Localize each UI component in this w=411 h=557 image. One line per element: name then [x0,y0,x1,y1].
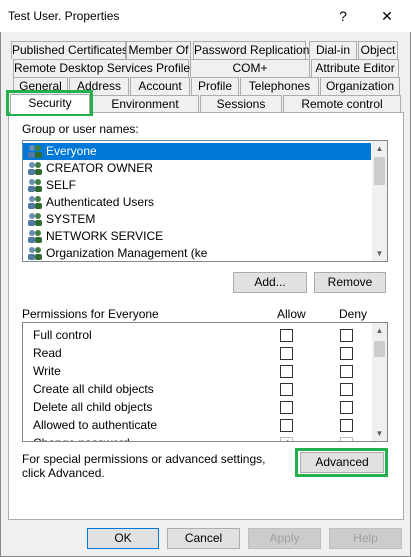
group-name: NETWORK SERVICE [46,229,164,243]
tab-address[interactable]: Address [69,77,129,95]
permission-name: Full control [33,328,92,342]
group-name: CREATOR OWNER [46,161,153,175]
tab-remote-control[interactable]: Remote control [283,95,401,113]
tab-environment[interactable]: Environment [91,95,199,113]
allow-checkbox[interactable] [280,401,293,414]
cancel-button[interactable]: Cancel [167,528,240,549]
tab-account[interactable]: Account [130,77,190,95]
help-icon[interactable]: ? [332,6,354,26]
permission-row: Change password ✓ [23,435,371,441]
deny-checkbox[interactable] [340,347,353,360]
group-list-item[interactable]: Organization Management (ke [23,245,371,261]
special-permissions-text: For special permissions or advanced sett… [22,452,266,480]
group-name: SELF [46,178,77,192]
advanced-button[interactable]: Advanced [300,452,384,473]
deny-checkbox[interactable] [340,365,353,378]
permission-row: Allowed to authenticate [23,417,371,434]
deny-checkbox[interactable] [340,329,353,342]
scroll-up-icon[interactable]: ▲ [372,323,387,338]
permission-row: Create all child objects [23,381,371,398]
tab-published-certificates[interactable]: Published Certificates [11,41,128,59]
tab-member-of[interactable]: Member Of [126,41,191,59]
group-list-item[interactable]: Everyone [23,143,371,160]
apply-button[interactable]: Apply [248,528,321,549]
remove-button[interactable]: Remove [314,272,386,293]
tab-general[interactable]: General [13,77,68,95]
group-name: Everyone [46,144,97,158]
group-list-scrollbar[interactable]: ▲ ▼ [372,141,387,261]
help-button[interactable]: Help [329,528,402,549]
scroll-thumb[interactable] [374,341,385,357]
add-button[interactable]: Add... [233,272,307,293]
tab-object[interactable]: Object [358,41,398,59]
group-list-item[interactable]: CREATOR OWNER [23,160,371,177]
group-list-item[interactable]: SELF [23,177,371,194]
close-icon[interactable]: ✕ [376,6,398,26]
group-list-item[interactable]: SYSTEM [23,211,371,228]
tab-organization[interactable]: Organization [320,77,400,95]
permission-name: Allowed to authenticate [33,418,158,432]
users-group-icon [28,213,42,226]
deny-checkbox[interactable] [340,419,353,432]
window-title: Test User. Properties [8,9,120,23]
allow-checkbox[interactable] [280,365,293,378]
permission-name: Delete all child objects [33,400,153,414]
group-name: Authenticated Users [46,195,155,209]
group-users-label: Group or user names: [22,122,139,136]
permission-name: Change password [33,435,130,441]
tab-dial-in[interactable]: Dial-in [309,41,357,59]
deny-checkbox[interactable] [340,401,353,414]
allow-checkbox[interactable] [280,419,293,432]
tab-attribute-editor[interactable]: Attribute Editor [311,59,399,77]
users-group-icon [28,162,42,175]
permissions-list[interactable]: Full control Read Write Create all child ob… [22,322,388,442]
permissions-scrollbar[interactable]: ▲ ▼ [372,323,387,441]
permission-row: Delete all child objects [23,399,371,416]
allow-checkbox[interactable] [280,329,293,342]
allow-checkbox[interactable]: ✓ [280,435,293,441]
tab-com[interactable]: COM+ [190,59,310,77]
permission-name: Write [33,364,61,378]
tab-remote-desktop-services-profile[interactable]: Remote Desktop Services Profile [13,59,190,77]
permission-row: Full control [23,327,371,344]
permissions-header: Permissions for Everyone [22,307,159,321]
deny-checkbox[interactable] [340,437,353,441]
deny-checkbox[interactable] [340,383,353,396]
users-group-icon [28,145,42,158]
tab-sessions[interactable]: Sessions [200,95,282,113]
users-group-icon [28,196,42,209]
permission-name: Read [33,346,62,360]
group-list-item[interactable]: Authenticated Users [23,194,371,211]
tab-profile[interactable]: Profile [191,77,239,95]
scroll-down-icon[interactable]: ▼ [372,246,387,261]
users-group-icon [28,230,42,243]
users-group-icon [28,247,42,260]
deny-column-header: Deny [339,307,368,321]
scroll-up-icon[interactable]: ▲ [372,141,387,156]
scroll-down-icon[interactable]: ▼ [372,426,387,441]
scroll-thumb[interactable] [374,157,385,185]
permission-row: Write [23,363,371,380]
group-users-list[interactable]: Everyone CREATOR OWNER SELF Authenticated U… [22,140,388,262]
tab-telephones[interactable]: Telephones [240,77,319,95]
tab-password-replication[interactable]: Password Replication [193,41,309,59]
group-name: SYSTEM [46,212,96,226]
group-list-item[interactable]: NETWORK SERVICE [23,228,371,245]
users-group-icon [28,179,42,192]
permission-row: Read [23,345,371,362]
allow-column-header: Allow [277,307,306,321]
title-bar[interactable]: Test User. Properties ? ✕ [0,0,411,32]
ok-button[interactable]: OK [87,528,159,549]
permission-name: Create all child objects [33,382,154,396]
group-name: Organization Management (ke [46,246,208,260]
check-icon: ✓ [282,435,290,441]
allow-checkbox[interactable] [280,383,293,396]
allow-checkbox[interactable] [280,347,293,360]
tab-security[interactable]: Security [10,94,90,114]
